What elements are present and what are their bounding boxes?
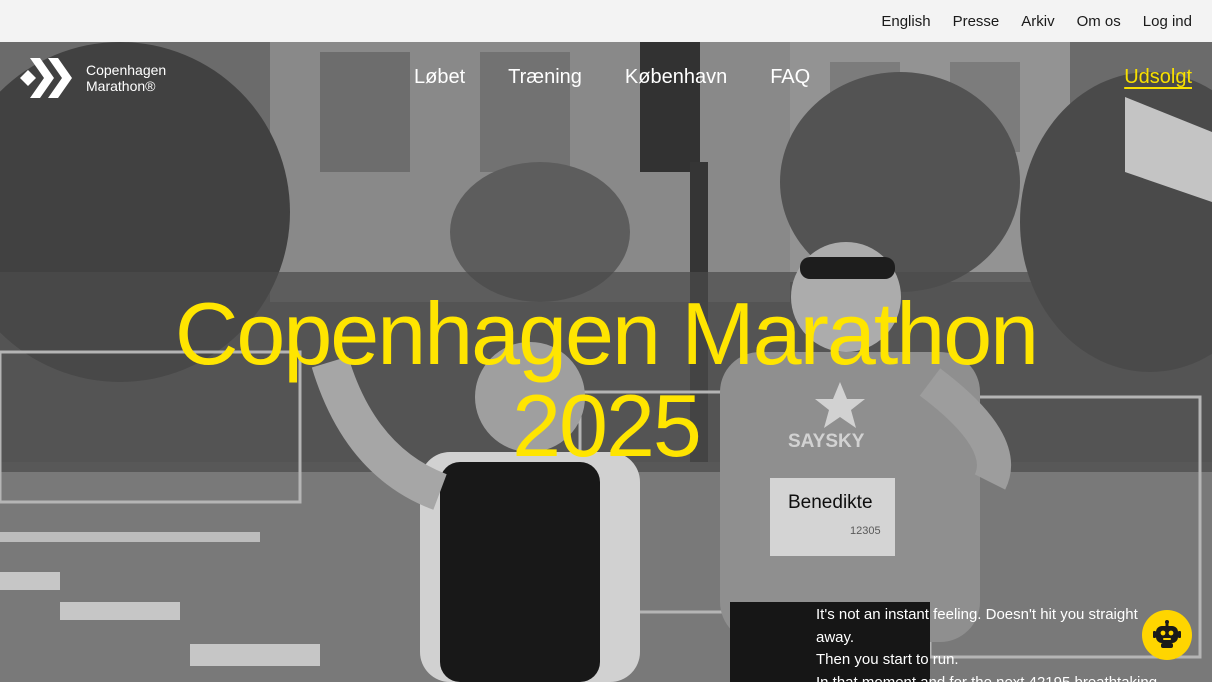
intro-line: It's not an instant feeling. Doesn't hit… <box>816 606 1138 623</box>
nav-item-lobet[interactable]: Løbet <box>414 66 465 89</box>
nav-item-faq[interactable]: FAQ <box>770 66 810 89</box>
nav-item-traening[interactable]: Træning <box>508 66 582 89</box>
hero-title-line2: 2025 <box>512 376 702 475</box>
utility-nav: English Presse Arkiv Om os Log ind <box>0 0 1212 42</box>
utility-link-english[interactable]: English <box>881 13 930 30</box>
sold-out-link[interactable]: Udsolgt <box>1124 66 1192 89</box>
nav-item-kobenhavn[interactable]: København <box>625 66 727 89</box>
intro-text: It's not an instant feeling. Doesn't hit… <box>816 604 1176 682</box>
brand-name-line2: Marathon® <box>86 78 156 94</box>
robot-chat-icon <box>1153 620 1181 648</box>
brand-chevron-logo-icon <box>20 58 72 98</box>
chat-bot-button[interactable] <box>1142 610 1192 660</box>
main-nav: Løbet Træning København FAQ <box>414 66 810 89</box>
intro-line: In that moment and for the next 42195 br… <box>816 673 1158 682</box>
brand-name-line1: Copenhagen <box>86 62 167 78</box>
brand-logo[interactable]: Copenhagen Marathon® <box>20 56 166 100</box>
hero-section: SAYSKY Benedikte 12305 Copenhagen Marath… <box>0 42 1212 682</box>
hero-title-line1: Copenhagen Marathon <box>174 284 1039 383</box>
hero-title: Copenhagen Marathon 2025 <box>0 288 1212 472</box>
utility-link-presse[interactable]: Presse <box>953 13 1000 30</box>
intro-line: Then you start to run. <box>816 651 959 668</box>
intro-line: away. <box>816 628 855 646</box>
utility-link-om-os[interactable]: Om os <box>1077 13 1121 30</box>
utility-link-log-ind[interactable]: Log ind <box>1143 13 1192 30</box>
utility-link-arkiv[interactable]: Arkiv <box>1021 13 1054 30</box>
